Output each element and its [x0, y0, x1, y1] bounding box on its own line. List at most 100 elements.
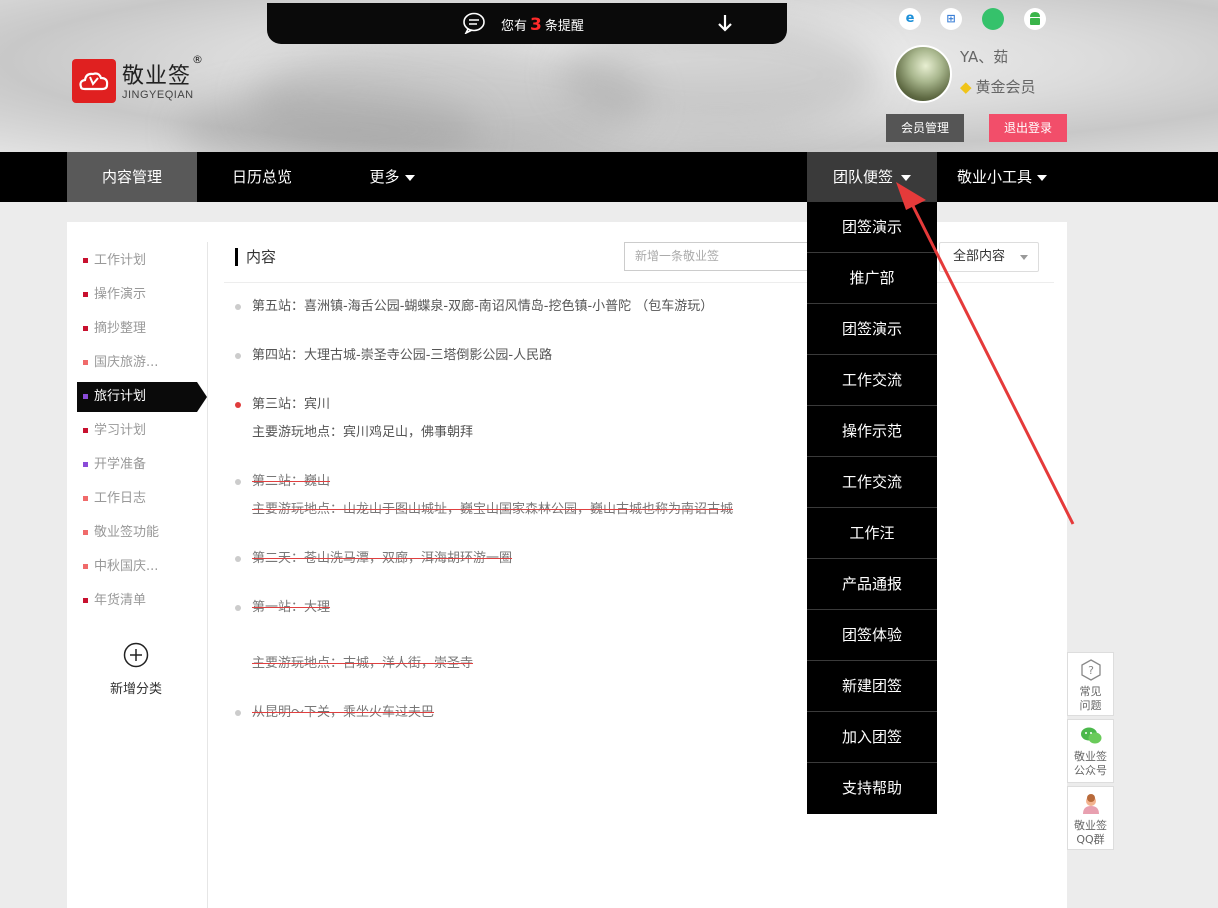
- category-color-icon: [83, 258, 88, 263]
- note-item-done[interactable]: 从昆明～下关，乘坐火车过夫巴: [252, 703, 434, 723]
- category-label: 年货清单: [94, 593, 147, 608]
- category-label: 旅行计划: [94, 389, 147, 404]
- category-item[interactable]: 工作日志: [83, 489, 146, 509]
- logout-button[interactable]: 退出登录: [989, 114, 1067, 142]
- plus-circle-icon: [123, 642, 149, 668]
- category-label: 敬业签功能: [94, 525, 160, 540]
- vip-level-label: 黄金会员: [975, 78, 1036, 96]
- category-color-icon: [83, 496, 88, 501]
- annotation-arrow-icon: [896, 182, 1075, 525]
- category-label: 工作计划: [94, 253, 147, 268]
- category-color-icon: [83, 360, 88, 365]
- note-item[interactable]: 第五站：喜洲镇-海舌公园-蝴蝶泉-双廊-南诏风情岛-挖色镇-小普陀 （包车游玩）: [252, 297, 713, 317]
- svg-text:?: ?: [1088, 664, 1094, 677]
- category-item[interactable]: 开学准备: [83, 455, 146, 475]
- logo[interactable]: [72, 59, 116, 103]
- reminder-prefix: 您有: [501, 19, 528, 34]
- question-icon: ?: [1080, 659, 1101, 681]
- member-manage-button[interactable]: 会员管理: [886, 114, 964, 142]
- item-bullet: [235, 479, 241, 485]
- ie-icon[interactable]: e: [899, 8, 921, 30]
- category-label: 操作演示: [94, 287, 147, 302]
- nav-more-label: 更多: [369, 168, 400, 186]
- wechat-button[interactable]: 敬业签公众号: [1067, 719, 1114, 783]
- qq-icon: [1082, 794, 1099, 814]
- category-color-icon: [83, 292, 88, 297]
- caret-down-icon: [404, 174, 415, 181]
- nav-calendar[interactable]: 日历总览: [197, 152, 327, 202]
- brand-registered: ®: [192, 53, 203, 66]
- note-item[interactable]: 第四站：大理古城-崇圣寺公园-三塔倒影公园-人民路: [252, 346, 552, 366]
- windows-icon[interactable]: ⊞: [940, 8, 962, 30]
- category-item[interactable]: 年货清单: [83, 591, 146, 611]
- brand-name: 敬业签: [122, 64, 192, 89]
- item-bullet: [235, 605, 241, 611]
- category-color-icon: [83, 394, 88, 399]
- category-label: 国庆旅游...: [94, 355, 159, 370]
- wechat-icon: [1080, 727, 1101, 744]
- note-item-detail: 主要游玩地点：古城，洋人街，崇圣寺: [252, 656, 474, 671]
- vip-level: ◆ 黄金会员: [960, 76, 1036, 97]
- qq-group-label: 敬业签QQ群: [1074, 819, 1107, 846]
- dropdown-item[interactable]: 团签体验: [807, 610, 937, 661]
- item-bullet: [235, 710, 241, 716]
- username: YA、茹: [960, 48, 1009, 66]
- dropdown-item[interactable]: 产品通报: [807, 559, 937, 610]
- arrow-down-icon[interactable]: [716, 13, 734, 33]
- sidebar-divider: [207, 242, 208, 908]
- header: 敬业签 ® JINGYEQIAN 您有 3 条提醒 e ⊞ YA、茹 ◆ 黄金会员 会…: [0, 0, 1218, 152]
- nav-more[interactable]: 更多: [327, 152, 457, 202]
- category-item[interactable]: 中秋国庆...: [83, 557, 158, 577]
- category-item[interactable]: 敬业签功能: [83, 523, 159, 543]
- apple-icon[interactable]: [982, 8, 1004, 30]
- note-item-done[interactable]: 第一站：大理: [252, 598, 330, 618]
- note-item-done[interactable]: 第二站：巍山: [252, 472, 330, 492]
- faq-button[interactable]: ? 常见问题: [1067, 652, 1114, 716]
- brand-pinyin: JINGYEQIAN: [122, 89, 194, 101]
- note-item[interactable]: 第三站：宾川: [252, 395, 330, 415]
- faq-label: 常见问题: [1079, 685, 1102, 712]
- add-category-label: 新增分类: [109, 682, 162, 697]
- reminder-text: 您有 3 条提醒: [501, 15, 584, 35]
- category-item[interactable]: 国庆旅游...: [83, 353, 158, 373]
- category-label: 学习计划: [94, 423, 147, 438]
- new-note-input[interactable]: 新增一条敬业签: [624, 242, 824, 271]
- category-color-icon: [83, 530, 88, 535]
- category-item-active[interactable]: 旅行计划: [77, 382, 207, 412]
- note-item-detail: 主要游玩地点：山龙山于图山城址，巍宝山国家森林公园，巍山古城也称为南诏古城: [252, 502, 734, 517]
- category-label: 中秋国庆...: [94, 559, 159, 574]
- qq-group-button[interactable]: 敬业签QQ群: [1067, 786, 1114, 850]
- category-color-icon: [83, 326, 88, 331]
- avatar[interactable]: [894, 45, 952, 103]
- category-color-icon: [83, 564, 88, 569]
- dropdown-item[interactable]: 加入团签: [807, 712, 937, 763]
- reminder-suffix: 条提醒: [544, 19, 584, 34]
- category-item[interactable]: 摘抄整理: [83, 319, 146, 339]
- dropdown-item[interactable]: 新建团签: [807, 661, 937, 712]
- note-item-done[interactable]: 第二天：苍山洗马潭，双廊，洱海胡环游一圈: [252, 549, 512, 569]
- category-item[interactable]: 学习计划: [83, 421, 146, 441]
- category-color-icon: [83, 428, 88, 433]
- category-label: 开学准备: [94, 457, 147, 472]
- wechat-label: 敬业签公众号: [1074, 750, 1107, 777]
- logo-icon: [79, 72, 109, 91]
- dropdown-item[interactable]: 支持帮助: [807, 763, 937, 814]
- item-bullet: [235, 402, 241, 408]
- category-color-icon: [83, 598, 88, 603]
- add-category-button[interactable]: 新增分类: [108, 642, 164, 697]
- category-color-icon: [83, 462, 88, 467]
- category-item[interactable]: 工作计划: [83, 251, 146, 271]
- content-title: 内容: [235, 248, 276, 266]
- nav-content-manage[interactable]: 内容管理: [67, 152, 197, 202]
- note-item-detail: 主要游玩地点：宾川鸡足山，佛事朝拜: [252, 425, 474, 440]
- item-bullet: [235, 556, 241, 562]
- reminder-bar[interactable]: 您有 3 条提醒: [267, 3, 787, 44]
- diamond-icon: ◆: [960, 78, 972, 96]
- android-icon[interactable]: [1024, 8, 1046, 30]
- item-bullet: [235, 353, 241, 359]
- category-item[interactable]: 操作演示: [83, 285, 146, 305]
- reminder-count: 3: [530, 15, 542, 35]
- chat-bubble-icon: [463, 12, 485, 34]
- item-bullet: [235, 304, 241, 310]
- category-label: 摘抄整理: [94, 321, 147, 336]
